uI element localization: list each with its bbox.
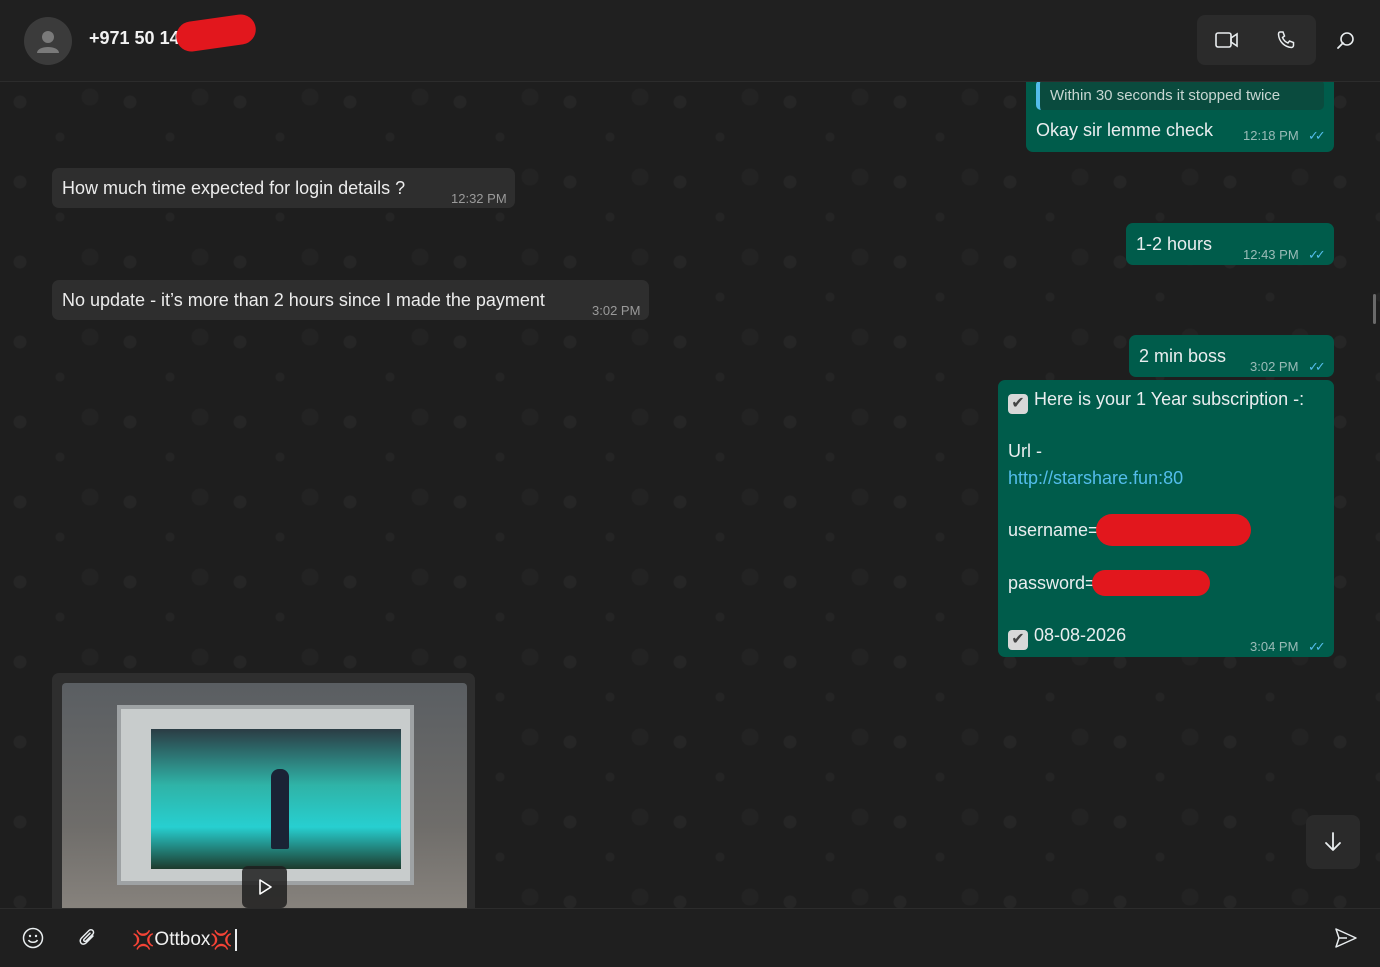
video-call-button[interactable] [1197, 15, 1256, 65]
read-ticks-icon: ✓✓ [1308, 359, 1326, 374]
message-text: 1-2 hours [1136, 234, 1213, 254]
contact-avatar[interactable] [24, 17, 72, 65]
message-list[interactable]: Within 30 seconds it stopped twice Okay … [0, 82, 1380, 908]
password-label: password= [1008, 573, 1096, 593]
anger-emoji: 💢 [210, 929, 233, 950]
redaction-mark [1092, 570, 1210, 596]
avatar-icon [37, 31, 59, 53]
scrollbar-thumb[interactable] [1373, 294, 1376, 324]
attach-button[interactable] [75, 925, 101, 951]
message-text: How much time expected for login details… [62, 178, 406, 198]
username-label: username= [1008, 520, 1099, 540]
message-text: No update - it’s more than 2 hours since… [62, 290, 545, 310]
check-mark-icon: ✔ [1008, 394, 1028, 414]
text-caret [234, 929, 237, 951]
message-time: 3:02 PM [592, 303, 641, 318]
play-icon [258, 879, 272, 895]
video-call-icon [1214, 32, 1238, 48]
read-ticks-icon: ✓✓ [1308, 128, 1326, 143]
message-line: ✔ Here is your 1 Year subscription -: [1008, 387, 1304, 414]
video-thumbnail[interactable] [62, 683, 467, 908]
voice-call-button[interactable] [1256, 15, 1315, 65]
chat-header: +971 50 14 [0, 0, 1380, 82]
call-button-group [1197, 15, 1316, 65]
tv-screen-image [151, 729, 401, 869]
message-time: 12:32 PM [451, 191, 507, 206]
message-time: 12:18 PM [1243, 128, 1299, 143]
message-text: 2 min boss [1139, 346, 1227, 366]
redaction-mark [1096, 514, 1251, 546]
contact-name[interactable]: +971 50 14 [89, 28, 180, 49]
message-incoming[interactable]: How much time expected for login details… [52, 168, 515, 208]
search-icon [1337, 32, 1354, 49]
message-input-text: Ottbox [154, 929, 211, 950]
message-outgoing[interactable]: Within 30 seconds it stopped twice Okay … [1026, 82, 1334, 152]
send-icon [1335, 928, 1357, 948]
url-label: Url - [1008, 441, 1042, 461]
subscription-link[interactable]: http://starshare.fun:80 [1008, 466, 1183, 490]
message-composer: 💢 Ottbox 💢 [0, 908, 1380, 967]
subscription-heading: Here is your 1 Year subscription -: [1034, 389, 1305, 409]
message-time: 3:02 PM [1250, 359, 1299, 374]
message-time: 12:43 PM [1243, 247, 1299, 262]
message-incoming-video[interactable] [52, 673, 475, 908]
tv-image [117, 705, 414, 885]
check-mark-icon: ✔ [1008, 630, 1028, 650]
read-ticks-icon: ✓✓ [1308, 639, 1326, 654]
message-incoming[interactable]: No update - it’s more than 2 hours since… [52, 280, 649, 320]
read-ticks-icon: ✓✓ [1308, 247, 1326, 262]
emoji-button[interactable] [20, 925, 46, 951]
emoji-icon [22, 927, 44, 949]
message-outgoing[interactable]: 2 min boss 3:02 PM ✓✓ [1129, 335, 1334, 377]
quoted-message[interactable]: Within 30 seconds it stopped twice [1036, 82, 1324, 110]
message-outgoing[interactable]: 1-2 hours 12:43 PM ✓✓ [1126, 223, 1334, 265]
play-button[interactable] [242, 866, 287, 908]
message-input[interactable]: 💢 Ottbox 💢 [132, 927, 1232, 953]
quoted-text: Within 30 seconds it stopped twice [1050, 87, 1281, 104]
redaction-mark [174, 12, 258, 54]
expiry-date: 08-08-2026 [1034, 625, 1127, 645]
search-button[interactable] [1330, 25, 1362, 57]
message-line: ✔ 08-08-2026 [1008, 623, 1126, 650]
message-outgoing[interactable]: ✔ Here is your 1 Year subscription -: Url… [998, 380, 1334, 657]
scroll-to-bottom-button[interactable] [1306, 815, 1360, 869]
anger-emoji: 💢 [132, 929, 155, 950]
message-time: 3:04 PM [1250, 639, 1299, 654]
message-text: Okay sir lemme check [1036, 120, 1214, 140]
paperclip-icon [79, 929, 95, 945]
send-button[interactable] [1333, 925, 1359, 951]
presenter-figure [271, 769, 289, 849]
arrow-down-icon [1325, 832, 1341, 851]
voice-call-icon [1277, 31, 1294, 49]
